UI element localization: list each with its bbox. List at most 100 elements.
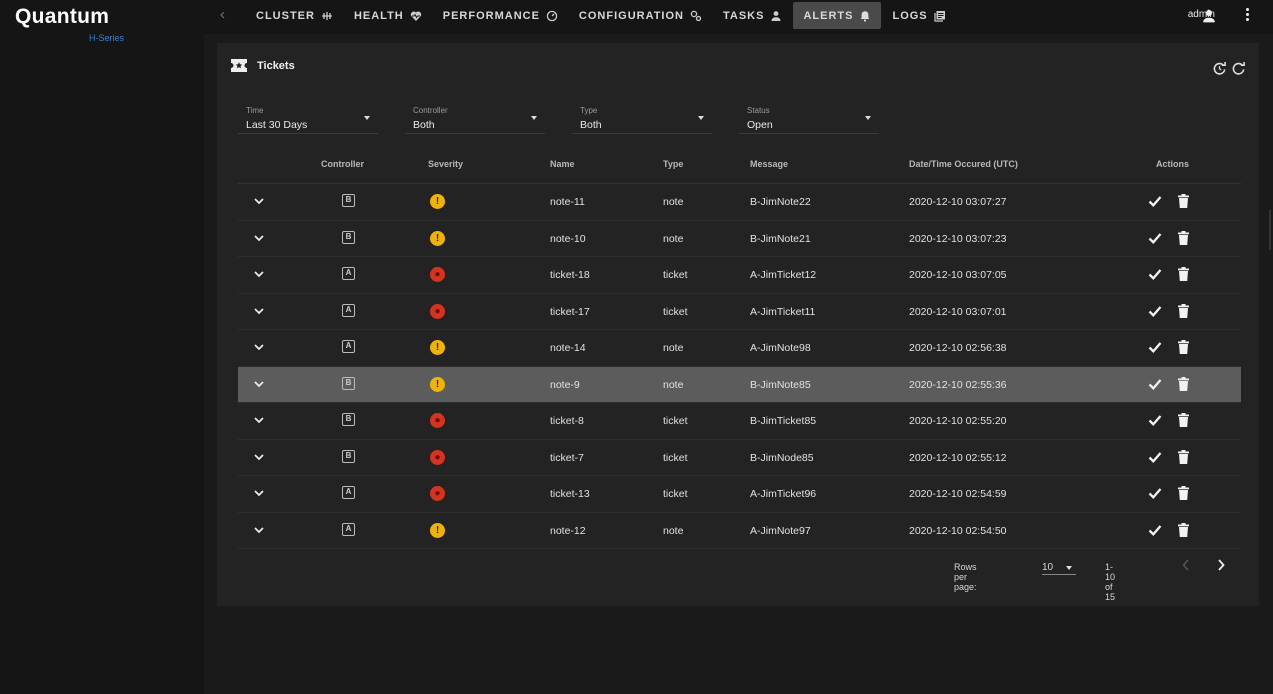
main-nav: CLUSTER HEALTH PERFORMANCE CONFIGURATION… bbox=[246, 2, 957, 30]
heart-pulse-icon bbox=[410, 11, 421, 21]
cell-message: B-JimNote85 bbox=[750, 378, 811, 391]
acknowledge-check-icon[interactable] bbox=[1148, 268, 1162, 280]
top-navigation-bar: ‹ CLUSTER HEALTH PERFORMANCE CONFIGURATI… bbox=[204, 0, 1273, 34]
account-icon[interactable] bbox=[1202, 9, 1216, 23]
controller-badge: B bbox=[342, 194, 355, 207]
cell-type: note bbox=[663, 196, 684, 208]
expand-chevron-icon[interactable] bbox=[254, 307, 264, 315]
delete-trash-icon[interactable] bbox=[1178, 230, 1189, 245]
table-row[interactable]: B! note-10 note B-JimNote21 2020-12-10 03:07… bbox=[238, 221, 1241, 257]
delete-trash-icon[interactable] bbox=[1178, 522, 1189, 537]
filter-type-label: Type bbox=[580, 106, 598, 115]
delete-trash-icon[interactable] bbox=[1178, 486, 1189, 500]
nav-health-label: HEALTH bbox=[353, 9, 404, 22]
more-options-icon[interactable] bbox=[1245, 8, 1251, 24]
acknowledge-check-icon[interactable] bbox=[1148, 232, 1162, 244]
nav-performance[interactable]: PERFORMANCE bbox=[433, 2, 568, 29]
auto-refresh-icon[interactable] bbox=[1212, 61, 1227, 76]
nav-health[interactable]: HEALTH bbox=[344, 2, 432, 29]
rows-per-page-select[interactable]: 10 bbox=[1042, 558, 1076, 575]
brand-subtitle: H-Series bbox=[89, 33, 125, 43]
dropdown-caret-icon bbox=[1066, 566, 1072, 570]
expand-chevron-icon[interactable] bbox=[254, 489, 264, 497]
critical-severity-icon: ● bbox=[430, 413, 445, 428]
filter-status-label: Status bbox=[747, 106, 770, 115]
cell-name: note-14 bbox=[550, 342, 586, 354]
expand-chevron-icon[interactable] bbox=[254, 343, 264, 351]
expand-chevron-icon[interactable] bbox=[254, 380, 264, 388]
cell-type: note bbox=[663, 378, 684, 391]
cell-message: B-JimTicket85 bbox=[750, 415, 817, 427]
cell-datetime: 2020-12-10 02:54:50 bbox=[909, 524, 1007, 537]
table-row[interactable]: B ● ticket-7 ticket B-JimNode85 2020-12-10 02… bbox=[238, 440, 1241, 476]
delete-trash-icon[interactable] bbox=[1178, 413, 1189, 427]
header-actions: Actions bbox=[1156, 159, 1190, 169]
next-page-icon[interactable] bbox=[1216, 558, 1226, 572]
cell-type: ticket bbox=[663, 305, 688, 318]
table-row[interactable]: A ● ticket-18 ticket A-JimTicket12 2020-12-10… bbox=[238, 257, 1241, 294]
acknowledge-check-icon[interactable] bbox=[1148, 305, 1162, 317]
delete-trash-icon[interactable] bbox=[1178, 303, 1189, 318]
critical-severity-icon: ● bbox=[430, 486, 445, 501]
delete-trash-icon[interactable] bbox=[1178, 194, 1189, 208]
nav-alerts[interactable]: ALERTS bbox=[793, 2, 882, 29]
table-row[interactable]: B! note-9 note B-JimNote85 2020-12-10 02:55:… bbox=[238, 366, 1241, 403]
table-row[interactable]: A! note-12 note A-JimNote97 2020-12-10 02:54… bbox=[238, 513, 1241, 549]
header-name[interactable]: Name bbox=[550, 159, 575, 169]
previous-page-icon[interactable] bbox=[1181, 558, 1191, 572]
refresh-icon[interactable] bbox=[1231, 61, 1246, 76]
nav-tasks[interactable]: TASKS bbox=[713, 2, 792, 29]
controller-badge: B bbox=[342, 230, 355, 244]
delete-trash-icon[interactable] bbox=[1178, 340, 1189, 354]
cell-message: A-JimTicket96 bbox=[750, 488, 817, 500]
acknowledge-check-icon[interactable] bbox=[1148, 378, 1162, 390]
nav-cluster[interactable]: CLUSTER bbox=[246, 2, 343, 29]
acknowledge-check-icon[interactable] bbox=[1148, 487, 1162, 499]
dropdown-caret-icon bbox=[531, 116, 537, 120]
acknowledge-check-icon[interactable] bbox=[1148, 341, 1162, 353]
nav-logs[interactable]: LOGS bbox=[882, 2, 955, 29]
table-row[interactable]: A! note-14 note A-JimNote98 2020-12-10 02:56… bbox=[238, 330, 1241, 367]
filter-status[interactable]: Status Open bbox=[739, 101, 879, 134]
expand-chevron-icon[interactable] bbox=[254, 270, 264, 278]
cell-datetime: 2020-12-10 03:07:05 bbox=[909, 269, 1007, 281]
expand-chevron-icon[interactable] bbox=[254, 234, 264, 242]
expand-chevron-icon[interactable] bbox=[254, 453, 264, 461]
acknowledge-check-icon[interactable] bbox=[1148, 195, 1162, 207]
table-row[interactable]: B ● ticket-8 ticket B-JimTicket85 2020-12-10 … bbox=[238, 403, 1241, 440]
table-row[interactable]: B! note-11 note B-JimNote22 2020-12-10 03:07… bbox=[238, 184, 1241, 221]
collapse-sidebar-icon[interactable]: ‹ bbox=[220, 7, 234, 22]
nav-configuration[interactable]: CONFIGURATION bbox=[569, 2, 712, 29]
header-datetime[interactable]: Date/Time Occured (UTC) bbox=[909, 159, 1018, 169]
table-row[interactable]: A ● ticket-17 ticket A-JimTicket11 2020-12-10… bbox=[238, 294, 1241, 330]
expand-chevron-icon[interactable] bbox=[254, 526, 264, 534]
filter-controller-label: Controller bbox=[413, 106, 448, 115]
cell-message: A-JimNote98 bbox=[750, 342, 811, 354]
tickets-table: Controller Severity Name Type Message Da… bbox=[238, 147, 1241, 549]
critical-severity-icon: ● bbox=[430, 267, 445, 282]
delete-trash-icon[interactable] bbox=[1178, 376, 1189, 391]
delete-trash-icon[interactable] bbox=[1178, 449, 1189, 464]
expand-chevron-icon[interactable] bbox=[254, 197, 264, 205]
cell-name: ticket-7 bbox=[550, 451, 584, 464]
filter-time-label: Time bbox=[246, 106, 264, 115]
header-severity[interactable]: Severity bbox=[428, 159, 463, 169]
table-row[interactable]: A ● ticket-13 ticket A-JimTicket96 2020-12-10… bbox=[238, 476, 1241, 513]
header-message[interactable]: Message bbox=[750, 159, 788, 169]
filter-time[interactable]: Time Last 30 Days bbox=[238, 101, 378, 134]
header-controller[interactable]: Controller bbox=[321, 159, 364, 169]
filter-type[interactable]: Type Both bbox=[572, 101, 712, 134]
tickets-panel: Tickets Time Last 30 Days Controller Bot… bbox=[217, 43, 1259, 606]
cell-message: B-JimNote21 bbox=[750, 232, 811, 245]
acknowledge-check-icon[interactable] bbox=[1148, 451, 1162, 463]
header-type[interactable]: Type bbox=[663, 159, 683, 169]
filter-status-value: Open bbox=[747, 119, 773, 131]
acknowledge-check-icon[interactable] bbox=[1148, 414, 1162, 426]
cell-message: B-JimNode85 bbox=[750, 451, 814, 464]
delete-trash-icon[interactable] bbox=[1178, 267, 1189, 281]
expand-chevron-icon[interactable] bbox=[254, 416, 264, 424]
scrollbar[interactable] bbox=[1269, 210, 1271, 250]
filter-controller[interactable]: Controller Both bbox=[405, 101, 545, 134]
panel-actions bbox=[1212, 61, 1246, 76]
acknowledge-check-icon[interactable] bbox=[1148, 524, 1162, 536]
